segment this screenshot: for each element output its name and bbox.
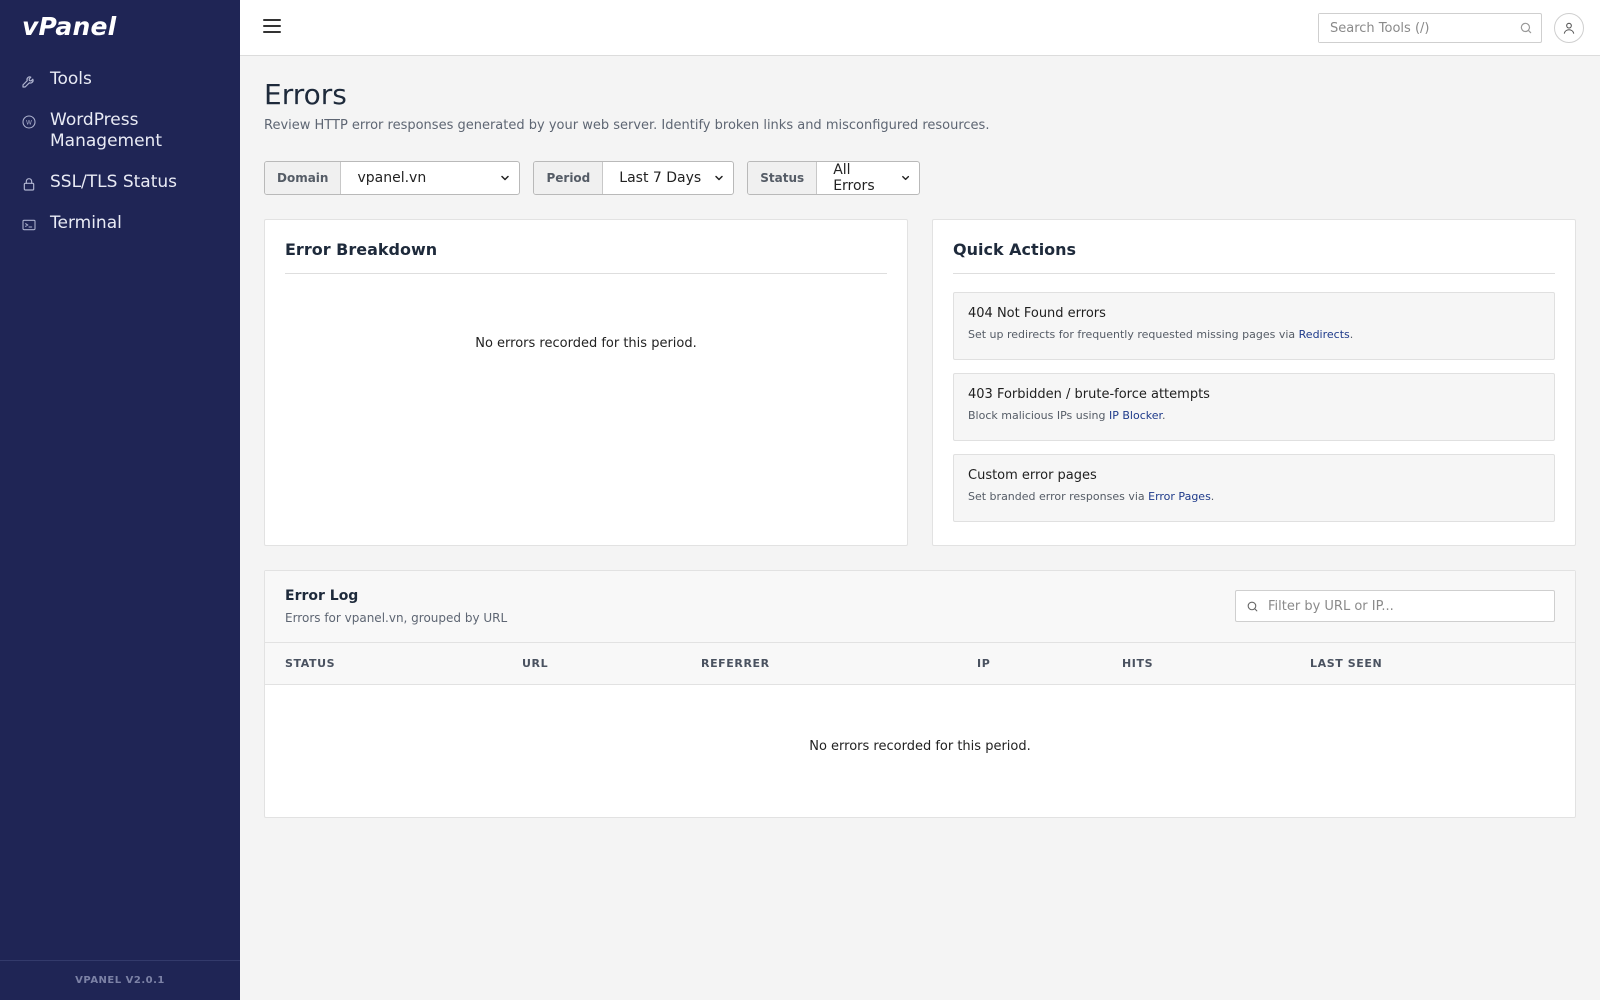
search-tools-box [1318,13,1542,43]
card-title: Quick Actions [953,240,1077,259]
empty-state: No errors recorded for this period. [475,336,697,351]
lock-icon [20,175,38,193]
sidebar-item-terminal[interactable]: Terminal [0,206,240,241]
search-icon[interactable] [1519,21,1533,35]
search-tools-input[interactable] [1319,14,1499,42]
empty-state: No errors recorded for this period. [809,739,1031,754]
redirects-link[interactable]: Redirects [1299,328,1350,341]
page-title: Errors [264,78,347,111]
column-header-last-seen[interactable]: LAST SEEN [1310,657,1382,670]
sidebar-item-label: WordPress Management [50,110,162,151]
sidebar: vPanel Tools W WordPress Management SSL/… [0,0,240,1000]
status-select-value: All Errors [833,162,875,194]
status-filter: Status All Errors [747,161,921,195]
period-select-value: Last 7 Days [619,170,702,186]
period-filter-label: Period [534,162,604,194]
column-header-hits[interactable]: HITS [1122,657,1153,670]
sidebar-item-tools[interactable]: Tools [0,62,240,97]
quick-action-404: 404 Not Found errors Set up redirects fo… [953,292,1555,360]
domain-filter: Domain vpanel.vn [264,161,521,195]
quick-action-custom-pages: Custom error pages Set branded error res… [953,454,1555,522]
domain-filter-label: Domain [265,162,342,194]
ip-blocker-link[interactable]: IP Blocker [1109,409,1162,422]
error-log-title: Error Log [285,588,359,604]
chevron-down-icon [715,175,724,181]
status-filter-label: Status [748,162,818,194]
card-title: Error Breakdown [285,240,438,259]
quick-action-description: Block malicious IPs using IP Blocker. [968,409,1166,422]
period-select[interactable]: Last 7 Days [603,162,733,194]
domain-select-value: vpanel.vn [357,170,427,186]
wordpress-icon: W [20,113,38,131]
quick-action-description: Set branded error responses via Error Pa… [968,490,1215,503]
quick-action-description: Set up redirects for frequently requeste… [968,328,1354,341]
sidebar-item-label: SSL/TLS Status [50,172,178,192]
wrench-icon [20,72,38,90]
version-label: VPANEL V2.0.1 [0,960,240,1000]
error-pages-link[interactable]: Error Pages [1148,490,1211,503]
error-log-card: Error Log Errors for vpanel.vn, grouped … [264,570,1576,818]
terminal-icon [20,216,38,234]
column-header-referrer[interactable]: REFERRER [701,657,770,670]
quick-action-title: Custom error pages [968,468,1097,483]
error-breakdown-card: Error Breakdown No errors recorded for t… [264,219,908,546]
sidebar-nav: Tools W WordPress Management SSL/TLS Sta… [0,62,240,247]
quick-action-title: 404 Not Found errors [968,306,1106,321]
filters-bar: Domain vpanel.vn Period Last 7 Days Stat… [264,161,933,195]
sidebar-item-ssl-tls-status[interactable]: SSL/TLS Status [0,165,240,200]
sidebar-item-label: Tools [50,69,92,89]
svg-text:W: W [26,119,32,126]
card-header: Error Breakdown [285,240,887,274]
search-icon [1247,601,1258,612]
sidebar-item-label: Terminal [50,213,122,233]
chevron-down-icon [501,175,510,181]
status-select[interactable]: All Errors [817,162,919,194]
topbar [240,0,1600,56]
sidebar-item-wordpress-management[interactable]: W WordPress Management [0,103,240,159]
user-icon [1563,22,1575,34]
period-filter: Period Last 7 Days [533,161,735,195]
quick-action-403: 403 Forbidden / brute-force attempts Blo… [953,373,1555,441]
vpanel-logo[interactable]: vPanel [22,12,116,41]
menu-toggle-icon[interactable] [263,19,281,37]
url-ip-filter-input[interactable] [1268,591,1548,621]
chevron-down-icon [902,175,910,181]
domain-select[interactable]: vpanel.vn [341,162,519,194]
url-ip-filter-box [1235,590,1555,622]
quick-action-title: 403 Forbidden / brute-force attempts [968,387,1210,402]
card-header: Quick Actions [953,240,1555,274]
user-account-button[interactable] [1554,13,1584,43]
page-description: Review HTTP error responses generated by… [264,118,990,133]
column-header-status[interactable]: STATUS [285,657,335,670]
error-log-header: Error Log Errors for vpanel.vn, grouped … [265,571,1575,643]
quick-actions-card: Quick Actions 404 Not Found errors Set u… [932,219,1576,546]
error-log-subtitle: Errors for vpanel.vn, grouped by URL [285,611,508,625]
error-log-table-header: STATUS URL REFERRER IP HITS LAST SEEN [265,643,1575,685]
column-header-ip[interactable]: IP [977,657,990,670]
column-header-url[interactable]: URL [522,657,548,670]
